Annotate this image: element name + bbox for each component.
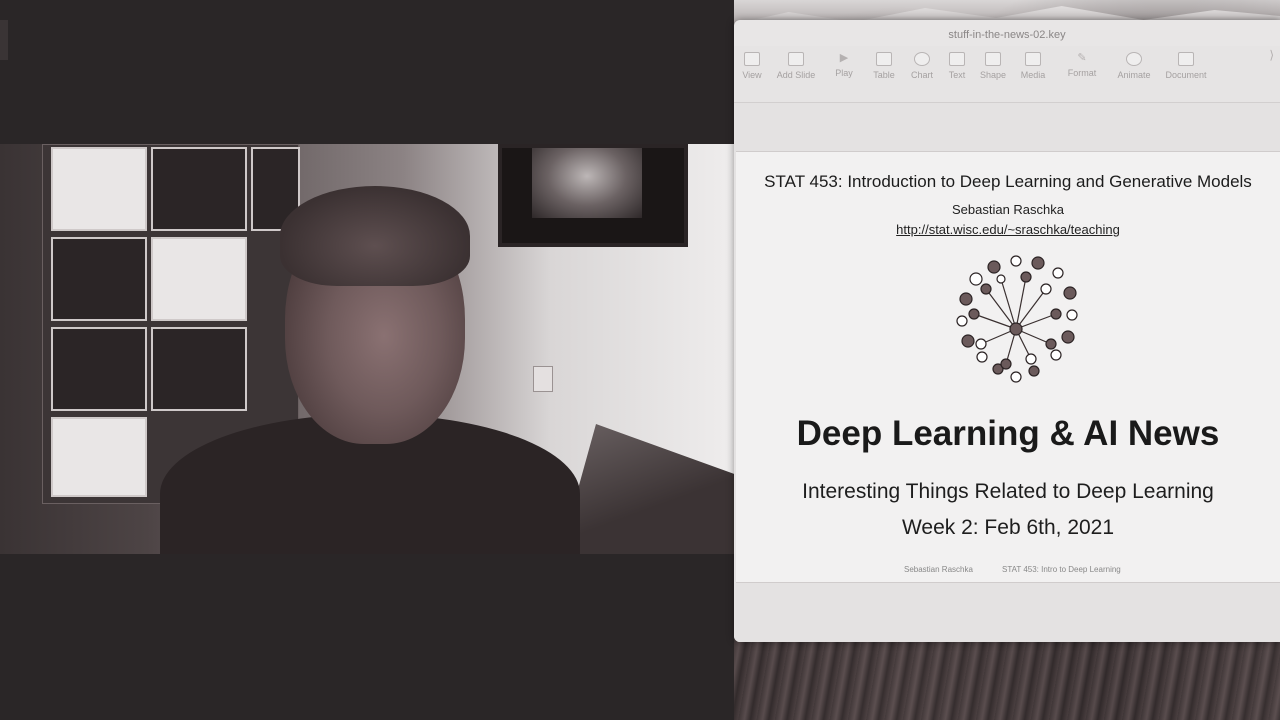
shelf-cell (51, 147, 147, 231)
toolbar-add-slide-button[interactable]: Add Slide (770, 52, 822, 80)
wallpaper-rocks (734, 640, 1280, 720)
webcam-video-panel (0, 0, 734, 720)
wall-picture (532, 148, 642, 218)
text-icon (949, 52, 965, 66)
slide-subtitle: Interesting Things Related to Deep Learn… (802, 480, 1214, 503)
toolbar-label: Table (873, 70, 895, 80)
webcam-feed (0, 144, 734, 554)
sidebar-toggle-icon[interactable]: ⟩ (1269, 48, 1274, 62)
play-icon: ▶ (839, 52, 849, 64)
wall-picture-frame (498, 144, 688, 247)
slide-footer-course: STAT 453: Intro to Deep Learning (1002, 565, 1121, 574)
format-brush-icon: ✎ (1077, 52, 1087, 64)
shelf-cell (151, 327, 247, 411)
chart-icon (914, 52, 930, 66)
slide-canvas[interactable]: STAT 453: Introduction to Deep Learning … (734, 103, 1280, 642)
toolbar-label: View (742, 70, 762, 80)
shelf-cell (151, 237, 247, 321)
slide-author: Sebastian Raschka (951, 202, 1064, 217)
sidebar-view-icon (744, 52, 760, 66)
wall-outlet (533, 366, 553, 392)
left-edge-strip (0, 20, 8, 60)
toolbar-label: Play (835, 68, 853, 78)
toolbar-label: Media (1020, 70, 1046, 80)
toolbar-format-button[interactable]: ✎ Format (1056, 52, 1108, 78)
animate-icon (1126, 52, 1142, 66)
toolbar-label: Shape (979, 70, 1007, 80)
toolbar-label: Add Slide (776, 70, 816, 80)
slide-footer-author: Sebastian Raschka (904, 565, 973, 574)
person-hair (280, 186, 470, 286)
shelf-cell (51, 237, 147, 321)
slide-url-link[interactable]: http://stat.wisc.edu/~sraschka/teaching (736, 222, 1280, 237)
keynote-window[interactable]: stuff-in-the-news-02.key View Add Slide … (734, 20, 1280, 642)
document-icon (1178, 52, 1194, 66)
toolbar-label: Animate (1117, 70, 1151, 80)
keynote-toolbar: View Add Slide ▶ Play Table Chart Text S… (734, 46, 1280, 103)
toolbar-label: Text (948, 70, 966, 80)
add-slide-icon (788, 52, 804, 66)
toolbar-media-button[interactable]: Media (1007, 52, 1059, 80)
toolbar-label: Document (1165, 70, 1207, 80)
toolbar-label: Format (1067, 68, 1097, 78)
desk-corner (560, 424, 734, 554)
window-title: stuff-in-the-news-02.key (948, 29, 1066, 41)
slide-headline: Deep Learning & AI News (796, 414, 1220, 453)
shelf-cell (51, 327, 147, 411)
shape-icon (985, 52, 1001, 66)
shelf-cell (151, 147, 247, 231)
table-icon (876, 52, 892, 66)
brain-network-logo (956, 255, 1078, 383)
toolbar-label: Chart (910, 70, 933, 80)
slide-week-date: Week 2: Feb 6th, 2021 (901, 516, 1115, 539)
slide[interactable]: STAT 453: Introduction to Deep Learning … (736, 151, 1280, 583)
toolbar-document-button[interactable]: Document (1160, 52, 1212, 80)
media-icon (1025, 52, 1041, 66)
slide-course-title: STAT 453: Introduction to Deep Learning … (764, 172, 1252, 191)
shelf-cell (51, 417, 147, 497)
toolbar-animate-button[interactable]: Animate (1108, 52, 1160, 80)
